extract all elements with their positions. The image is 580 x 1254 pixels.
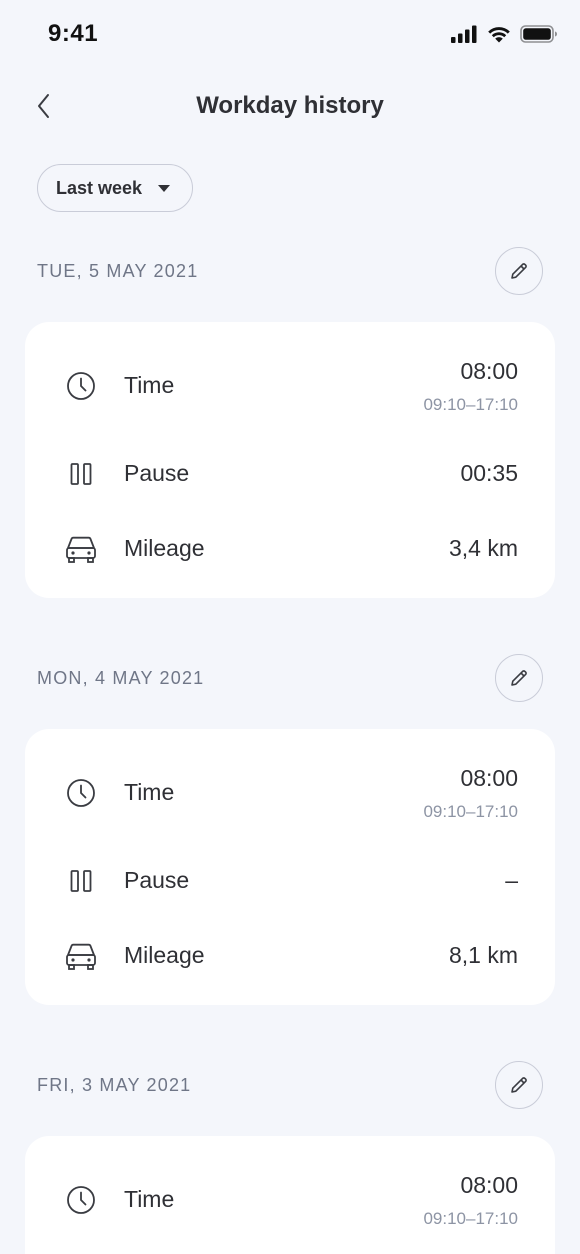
time-range: 09:10–17:10 bbox=[423, 802, 518, 821]
time-value: 08:00 bbox=[460, 765, 518, 791]
car-icon bbox=[65, 533, 97, 565]
status-time: 9:41 bbox=[48, 20, 99, 47]
time-label: Time bbox=[124, 779, 175, 805]
edit-day-button[interactable] bbox=[495, 247, 543, 295]
pause-value: 00:35 bbox=[460, 460, 518, 486]
pencil-icon bbox=[511, 1077, 527, 1093]
mileage-label: Mileage bbox=[124, 535, 205, 561]
wifi-icon bbox=[488, 27, 510, 43]
mileage-value: 8,1 km bbox=[448, 942, 518, 968]
pause-icon bbox=[65, 865, 97, 897]
day-card: Time 08:00 09:10–17:10 Pause 00:35 Milea… bbox=[25, 322, 555, 598]
day-date-label: FRI, 3 MAY 2021 bbox=[37, 1075, 192, 1095]
day-header: MON, 4 MAY 2021 bbox=[37, 654, 543, 704]
caret-down-icon bbox=[158, 184, 171, 192]
pause-icon bbox=[65, 458, 97, 490]
day-card: Time 08:00 09:10–17:10 Pause – Mileage 8… bbox=[25, 729, 555, 1005]
status-icons bbox=[450, 24, 558, 44]
mileage-label: Mileage bbox=[124, 942, 205, 968]
status-bar: 9:41 bbox=[0, 0, 580, 70]
time-label: Time bbox=[124, 372, 175, 398]
day-card: Time 08:00 09:10–17:10 bbox=[25, 1136, 555, 1254]
page-title: Workday history bbox=[196, 92, 384, 119]
clock-icon bbox=[65, 1184, 97, 1216]
header: Workday history bbox=[0, 70, 580, 142]
time-label: Time bbox=[124, 1186, 175, 1212]
edit-day-button[interactable] bbox=[495, 1061, 543, 1109]
pause-value: – bbox=[505, 867, 518, 893]
period-filter-label: Last week bbox=[56, 177, 143, 198]
signal-icon bbox=[451, 25, 477, 43]
time-range: 09:10–17:10 bbox=[423, 1209, 518, 1228]
pencil-icon bbox=[511, 670, 527, 686]
edit-day-button[interactable] bbox=[495, 654, 543, 702]
mileage-value: 3,4 km bbox=[448, 535, 518, 561]
battery-icon bbox=[520, 25, 557, 43]
pause-label: Pause bbox=[124, 867, 190, 893]
clock-icon bbox=[65, 777, 97, 809]
clock-icon bbox=[65, 370, 97, 402]
day-date-label: TUE, 5 MAY 2021 bbox=[37, 261, 199, 281]
day-date-label: MON, 4 MAY 2021 bbox=[37, 668, 205, 688]
day-header: TUE, 5 MAY 2021 bbox=[37, 247, 543, 297]
time-value: 08:00 bbox=[460, 358, 518, 384]
car-icon bbox=[65, 940, 97, 972]
time-value: 08:00 bbox=[460, 1172, 518, 1198]
day-header: FRI, 3 MAY 2021 bbox=[37, 1061, 543, 1111]
pause-label: Pause bbox=[124, 460, 190, 486]
time-range: 09:10–17:10 bbox=[423, 395, 518, 414]
pencil-icon bbox=[511, 263, 527, 279]
period-filter-dropdown[interactable]: Last week bbox=[37, 164, 193, 212]
